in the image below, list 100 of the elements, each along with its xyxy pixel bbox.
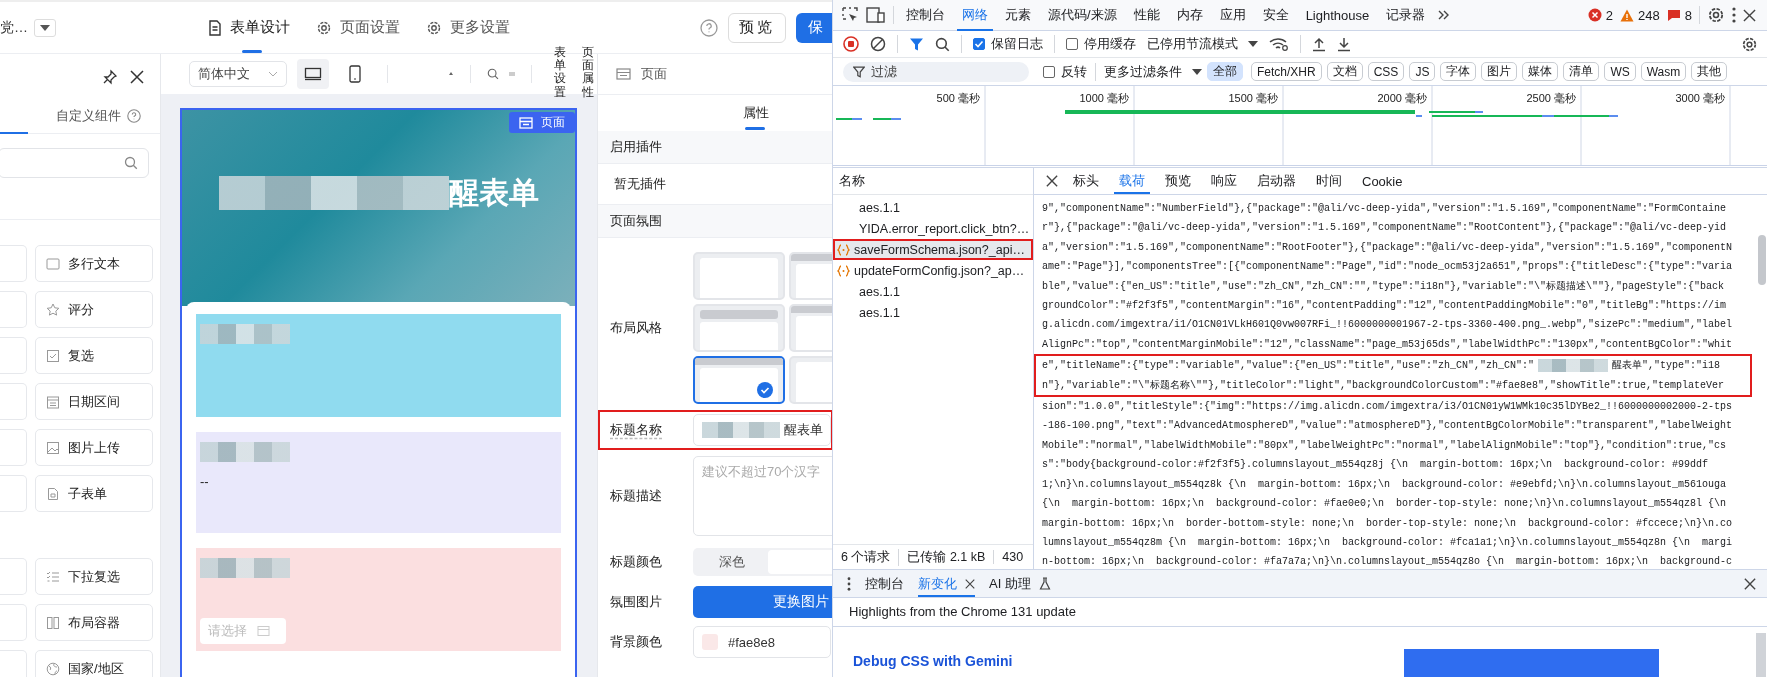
request-row[interactable]: aes.1.1	[833, 197, 1033, 218]
detail-tab[interactable]: 启动器	[1252, 168, 1301, 194]
detail-tab[interactable]: 载荷	[1114, 168, 1150, 194]
filter-field[interactable]: 过滤	[843, 61, 1029, 82]
drawer-tab[interactable]: 控制台	[865, 570, 904, 597]
component-item[interactable]: 评分	[35, 291, 153, 328]
devtools-tab[interactable]: 元素	[1000, 0, 1036, 31]
detail-tab[interactable]: 标头	[1068, 168, 1104, 194]
scrollbar[interactable]	[1758, 235, 1766, 285]
language-select[interactable]: 简体中文	[189, 61, 287, 87]
clear-icon[interactable]	[870, 36, 886, 52]
description-field[interactable]: 建议不超过70个汉字	[693, 456, 832, 536]
vertical-tab[interactable]: 表单设置	[554, 46, 566, 99]
layout-option[interactable]	[693, 356, 785, 404]
type-filter-chip[interactable]: Wasm	[1640, 62, 1687, 81]
help-icon[interactable]	[127, 109, 141, 123]
close-icon[interactable]	[1046, 175, 1058, 187]
type-filter-chip[interactable]: Fetch/XHR	[1251, 62, 1322, 81]
upload-icon[interactable]	[1312, 36, 1326, 52]
type-filter-chip[interactable]: 清单	[1563, 62, 1600, 81]
custom-components-tab[interactable]: 自定义组件	[56, 107, 121, 125]
input-field[interactable]: 醒表单	[693, 414, 831, 446]
preview-button[interactable]: 预览	[728, 12, 786, 43]
throttling-dropdown[interactable]: 已停用节流模式	[1147, 35, 1258, 53]
type-filter-chip[interactable]: 文档	[1326, 62, 1363, 81]
settings-icon[interactable]	[1741, 35, 1758, 53]
issue-count[interactable]: 2	[1587, 7, 1614, 23]
settings-icon[interactable]	[1707, 6, 1725, 24]
help-icon[interactable]	[700, 18, 718, 37]
devtools-tab[interactable]: 源代码/来源	[1043, 0, 1122, 31]
type-filter-chip[interactable]: 全部	[1207, 62, 1243, 81]
component-item[interactable]: 多行文本	[35, 245, 153, 282]
type-filter-chip[interactable]: 其他	[1691, 62, 1728, 81]
request-row[interactable]: aes.1.1	[833, 302, 1033, 323]
close-icon[interactable]	[965, 578, 975, 589]
payload-text: 9","componentName":"NumberField"},{"package":"@ali/vc-deep-yida","version":"1.5.169","componentName":"FormContaine	[1042, 203, 1727, 214]
request-row[interactable]: updateFormConfig.json?_ap…	[833, 260, 1033, 281]
download-icon[interactable]	[1337, 36, 1351, 52]
devtools-tab[interactable]: 控制台	[901, 0, 950, 31]
component-item[interactable]: 子表单	[35, 475, 153, 512]
request-row[interactable]: YIDA.error_report.click_btn?…	[833, 218, 1033, 239]
search-icon[interactable]	[935, 36, 950, 52]
type-filter-chip[interactable]: WS	[1604, 62, 1636, 81]
more-filters-dropdown[interactable]: 更多过滤条件	[1104, 62, 1202, 81]
type-filter-chip[interactable]: 字体	[1440, 62, 1477, 81]
detail-tab[interactable]: Cookie	[1357, 168, 1408, 194]
feature-link[interactable]: Debug CSS with Gemini	[853, 653, 1013, 669]
devtools-tab[interactable]: Lighthouse	[1300, 0, 1375, 31]
device-toolbar-icon[interactable]	[866, 7, 886, 23]
close-icon[interactable]	[1743, 8, 1756, 22]
close-icon[interactable]	[130, 69, 144, 84]
preserve-log-checkbox[interactable]: 保留日志	[973, 35, 1043, 53]
component-item[interactable]: 国家/地区	[35, 650, 153, 677]
component-item[interactable]: 布局容器	[35, 604, 153, 641]
type-filter-chip[interactable]: CSS	[1367, 62, 1405, 81]
scrollbar[interactable]	[1756, 633, 1766, 677]
issue-count[interactable]: 248	[1620, 7, 1660, 23]
record-icon[interactable]	[843, 36, 859, 52]
vertical-tab[interactable]: 页面属性	[582, 46, 594, 99]
app-dropdown[interactable]	[34, 18, 56, 37]
properties-tab[interactable]: 属性	[743, 95, 769, 131]
close-icon[interactable]	[1744, 577, 1756, 590]
devtools-tab[interactable]: 内存	[1171, 0, 1208, 31]
devtools-tab[interactable]: 网络	[957, 0, 993, 31]
top-tab[interactable]: 更多设置	[426, 2, 510, 53]
drawer-tab[interactable]: AI 助理	[989, 570, 1051, 597]
pin-icon[interactable]	[102, 68, 118, 85]
filter-icon	[853, 65, 865, 78]
top-tab[interactable]: 表单设计	[208, 2, 290, 53]
drawer-tab[interactable]: 新变化	[918, 570, 975, 597]
devtools-tab[interactable]: 性能	[1128, 0, 1165, 31]
devtools-tab[interactable]: 安全	[1257, 0, 1294, 31]
save-button[interactable]: 保	[796, 12, 832, 43]
network-conditions-icon[interactable]	[1269, 37, 1289, 51]
page-badge[interactable]: 页面	[509, 112, 575, 133]
invert-checkbox[interactable]: 反转	[1043, 62, 1087, 81]
type-filter-chip[interactable]: 媒体	[1522, 62, 1559, 81]
top-tab[interactable]: 页面设置	[316, 2, 400, 53]
filter-icon[interactable]	[909, 36, 924, 52]
detail-tab[interactable]: 预览	[1160, 168, 1196, 194]
type-filter-chip[interactable]: JS	[1409, 62, 1436, 81]
component-item[interactable]: 图片上传	[35, 429, 153, 466]
request-row[interactable]: saveFormSchema.json?_api…	[833, 239, 1033, 260]
devtools-tab[interactable]: 记录器	[1381, 0, 1431, 31]
more-options-icon[interactable]	[847, 576, 851, 591]
component-item[interactable]: 复选	[35, 337, 153, 374]
component-item[interactable]: 日期区间	[35, 383, 153, 420]
disable-cache-checkbox[interactable]: 停用缓存	[1066, 35, 1136, 53]
desktop-view-button[interactable]	[297, 59, 329, 89]
component-item[interactable]: 下拉复选	[35, 558, 153, 595]
request-row[interactable]: aes.1.1	[833, 281, 1033, 302]
change-image-button[interactable]: 更换图片	[693, 586, 832, 618]
more-options-icon[interactable]	[1732, 7, 1736, 23]
detail-tab[interactable]: 时间	[1311, 168, 1347, 194]
issue-count[interactable]: 8	[1666, 7, 1692, 23]
type-filter-chip[interactable]: 图片	[1481, 62, 1518, 81]
color-field[interactable]: #fae8e8	[693, 626, 831, 658]
devtools-tab[interactable]: 应用	[1214, 0, 1251, 31]
detail-tab[interactable]: 响应	[1206, 168, 1242, 194]
search-icon[interactable]	[487, 68, 499, 80]
